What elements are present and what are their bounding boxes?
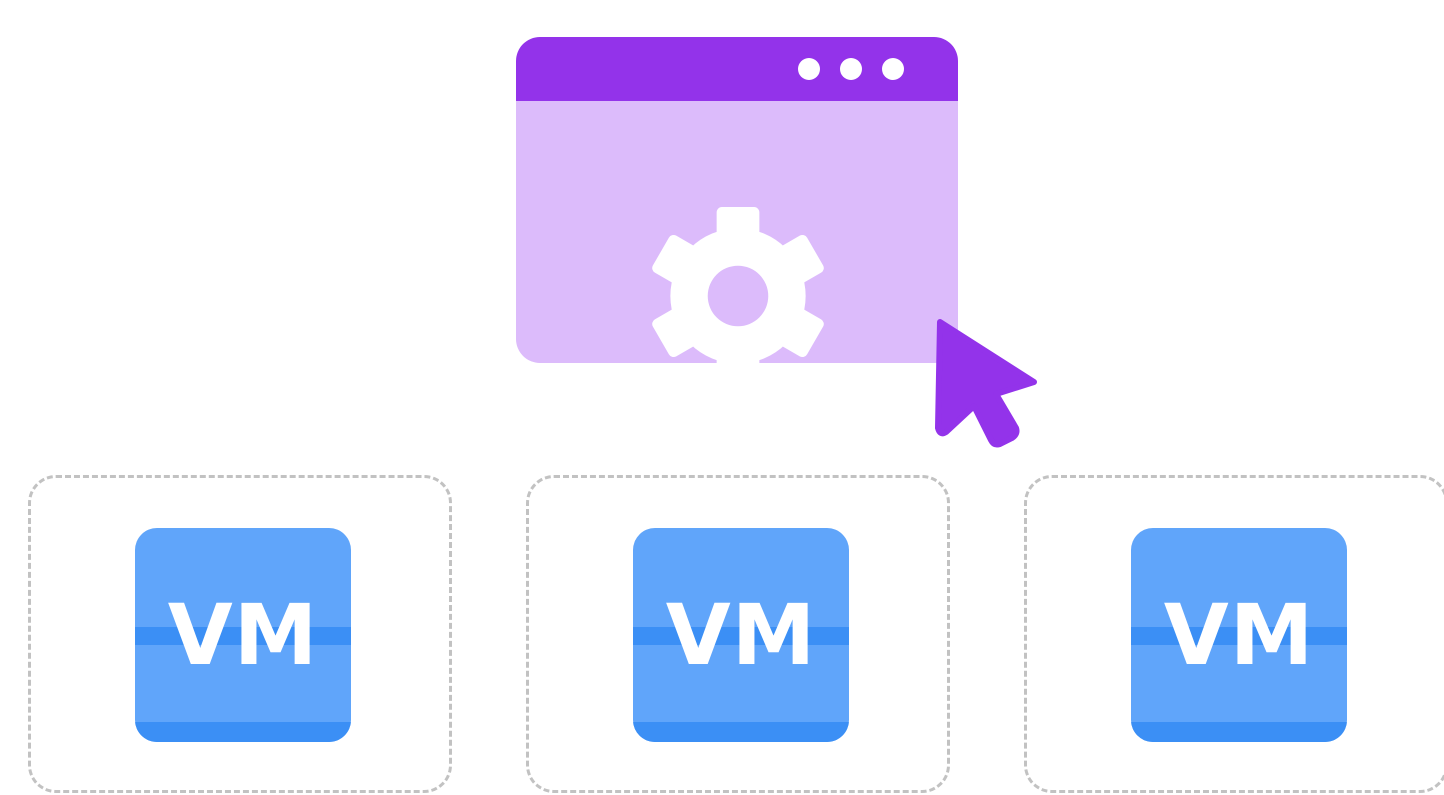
gear-icon xyxy=(652,207,824,363)
vm-tile[interactable]: VM xyxy=(633,528,849,742)
settings-window[interactable] xyxy=(516,37,958,363)
vm-label: VM xyxy=(1163,586,1315,684)
vm-panel: VM xyxy=(526,475,950,793)
window-body xyxy=(516,101,958,363)
vm-tile-stripe xyxy=(633,722,849,742)
window-dot-icon xyxy=(798,58,820,80)
window-titlebar xyxy=(516,37,958,101)
vm-panel: VM xyxy=(1024,475,1444,793)
vm-tile-stripe xyxy=(135,722,351,742)
vm-label: VM xyxy=(167,586,319,684)
window-dot-icon xyxy=(882,58,904,80)
vm-label: VM xyxy=(665,586,817,684)
vm-tile-stripe xyxy=(1131,722,1347,742)
vm-tile[interactable]: VM xyxy=(1131,528,1347,742)
cursor-arrow-icon xyxy=(935,319,1037,448)
window-dot-icon xyxy=(840,58,862,80)
vm-panel: VM xyxy=(28,475,452,793)
vm-tile[interactable]: VM xyxy=(135,528,351,742)
